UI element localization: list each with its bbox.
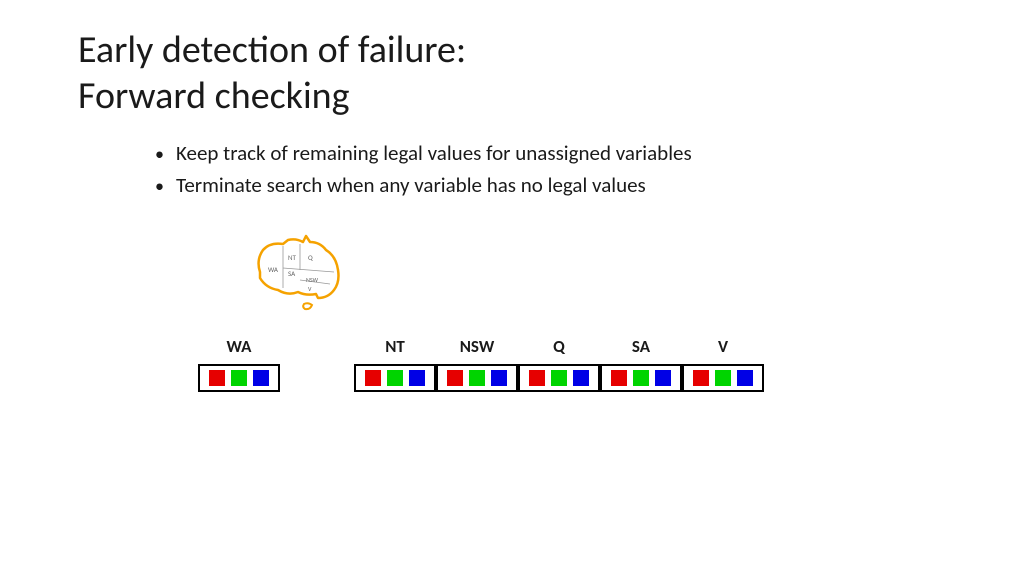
- variable-label: WA: [227, 336, 252, 358]
- variable-label: V: [718, 336, 728, 358]
- variable-column: NT: [354, 336, 436, 392]
- domain-box: [198, 364, 280, 392]
- domain-box: [354, 364, 436, 392]
- bullet-text: Keep track of remaining legal values for…: [176, 140, 692, 166]
- variable-column: Q: [518, 336, 600, 392]
- variable-label: SA: [632, 336, 650, 358]
- color-swatch-red: [611, 370, 627, 386]
- domain-box: [600, 364, 682, 392]
- color-swatch-blue: [655, 370, 671, 386]
- bullet-item: • Terminate search when any variable has…: [155, 172, 692, 198]
- title-line-2: Forward checking: [78, 74, 466, 120]
- bullet-item: • Keep track of remaining legal values f…: [155, 140, 692, 166]
- color-swatch-blue: [573, 370, 589, 386]
- variable-column: V: [682, 336, 764, 392]
- variable-column: NSW: [436, 336, 518, 392]
- color-swatch-green: [633, 370, 649, 386]
- variable-label: NSW: [460, 336, 495, 358]
- color-swatch-green: [469, 370, 485, 386]
- color-swatch-red: [693, 370, 709, 386]
- variable-label: NT: [385, 336, 405, 358]
- title-line-1: Early detection of failure:: [78, 28, 466, 74]
- bullet-text: Terminate search when any variable has n…: [176, 172, 646, 198]
- color-swatch-blue: [737, 370, 753, 386]
- variable-column: SA: [600, 336, 682, 392]
- color-swatch-green: [231, 370, 247, 386]
- color-swatch-blue: [409, 370, 425, 386]
- color-swatch-blue: [491, 370, 507, 386]
- variable-label: Q: [553, 336, 565, 358]
- color-swatch-blue: [253, 370, 269, 386]
- color-swatch-green: [551, 370, 567, 386]
- color-swatch-green: [715, 370, 731, 386]
- color-swatch-green: [387, 370, 403, 386]
- variable-column: WA: [198, 336, 280, 392]
- domain-box: [436, 364, 518, 392]
- map-label-nsw: NSW: [306, 276, 319, 284]
- bullet-dot-icon: •: [155, 143, 164, 165]
- domain-box: [518, 364, 600, 392]
- map-label-v: V: [308, 285, 312, 293]
- color-swatch-red: [365, 370, 381, 386]
- domain-box: [682, 364, 764, 392]
- map-label-wa: WA: [268, 265, 279, 274]
- bullet-list: • Keep track of remaining legal values f…: [155, 140, 692, 204]
- map-label-q: Q: [308, 253, 313, 262]
- map-label-nt: NT: [288, 253, 297, 262]
- bullet-dot-icon: •: [155, 175, 164, 197]
- map-label-sa: SA: [288, 269, 296, 278]
- color-swatch-red: [529, 370, 545, 386]
- australia-map-icon: WA NT Q SA NSW V: [248, 232, 348, 318]
- domain-row: WA NT NSW Q SA V: [198, 336, 764, 392]
- color-swatch-red: [447, 370, 463, 386]
- slide-title: Early detection of failure: Forward chec…: [78, 28, 466, 119]
- color-swatch-red: [209, 370, 225, 386]
